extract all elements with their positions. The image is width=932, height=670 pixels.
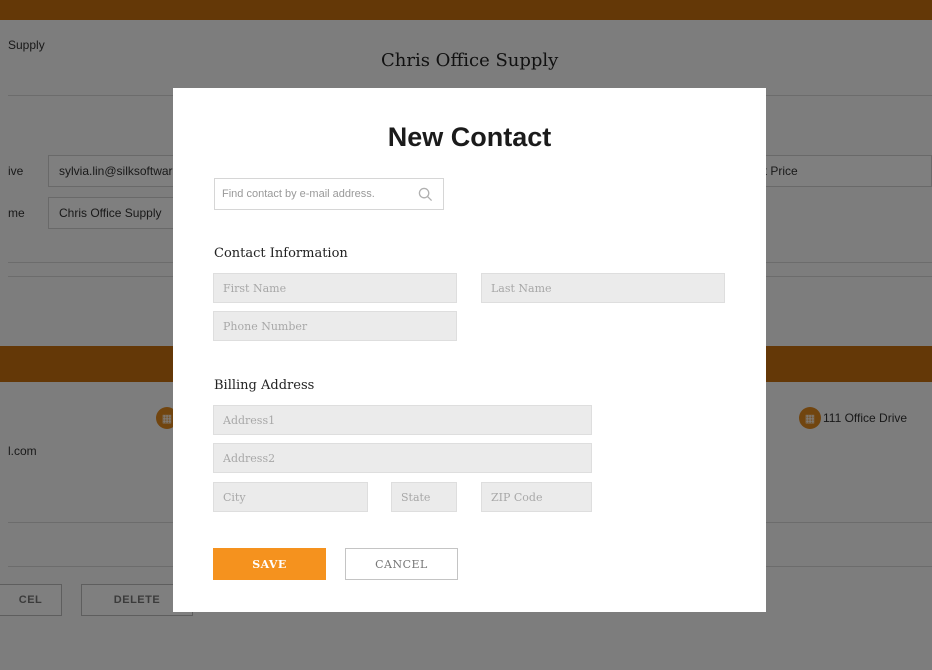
zip-input[interactable] (482, 483, 591, 511)
first-name-input[interactable] (214, 274, 456, 302)
phone-input[interactable] (214, 312, 456, 340)
city-input[interactable] (214, 483, 367, 511)
contact-information-heading: Contact Information (214, 246, 348, 261)
phone-field (213, 311, 457, 341)
state-field (391, 482, 457, 512)
address1-field (213, 405, 592, 435)
new-contact-modal: New Contact Contact Information Billing … (173, 88, 766, 612)
city-field (213, 482, 368, 512)
save-button[interactable]: SAVE (213, 548, 326, 580)
last-name-input[interactable] (482, 274, 724, 302)
contact-search (214, 178, 444, 210)
state-input[interactable] (392, 483, 456, 511)
address2-field (213, 443, 592, 473)
modal-title: New Contact (387, 122, 552, 152)
contact-search-input[interactable] (215, 179, 415, 209)
last-name-field (481, 273, 725, 303)
search-icon[interactable] (418, 187, 433, 202)
billing-address-heading: Billing Address (214, 378, 315, 393)
cancel-button[interactable]: CANCEL (345, 548, 458, 580)
first-name-field (213, 273, 457, 303)
address2-input[interactable] (214, 444, 591, 472)
address1-input[interactable] (214, 406, 591, 434)
zip-field (481, 482, 592, 512)
